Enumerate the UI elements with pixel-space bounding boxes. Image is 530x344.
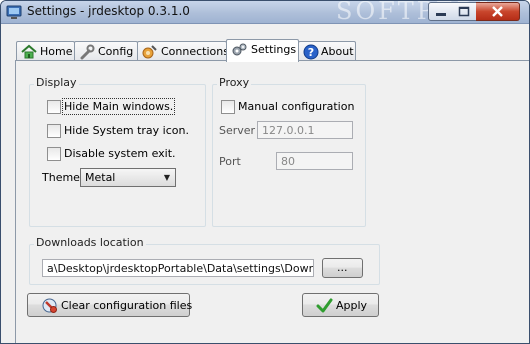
home-icon xyxy=(21,44,37,59)
browse-button-label: ... xyxy=(337,261,348,274)
downloads-path-field[interactable]: a\Desktop\jrdesktopPortable\Data\setting… xyxy=(42,259,314,277)
theme-select[interactable]: Metal ▼ xyxy=(80,168,176,187)
tab-config[interactable]: Config xyxy=(74,41,138,61)
proxy-group-label: Proxy xyxy=(217,76,252,89)
app-icon xyxy=(6,5,22,19)
clear-configuration-button[interactable]: Clear configuration files xyxy=(27,293,193,317)
theme-label: Theme xyxy=(42,171,80,184)
browse-button[interactable]: ... xyxy=(322,258,363,278)
checkmark-icon xyxy=(316,298,333,313)
connections-icon xyxy=(142,45,157,59)
help-icon: ? xyxy=(303,44,319,60)
display-group: Display Hide Main windows. Hide System t… xyxy=(29,76,206,227)
apply-button[interactable]: Apply xyxy=(302,293,379,317)
manual-configuration-checkbox[interactable] xyxy=(221,100,235,114)
server-field[interactable]: 127.0.0.1 xyxy=(257,121,353,139)
title-bar[interactable]: Settings - jrdesktop 0.3.1.0 SOFTPEDIA xyxy=(1,1,529,25)
port-label: Port xyxy=(219,155,241,168)
hide-tray-icon-checkbox[interactable] xyxy=(47,124,61,138)
tab-about-label: About xyxy=(321,45,354,58)
svg-text:?: ? xyxy=(308,46,314,59)
downloads-group: Downloads location a\Desktop\jrdesktopPo… xyxy=(29,236,380,285)
hide-main-windows-checkbox[interactable] xyxy=(47,100,61,114)
apply-label: Apply xyxy=(336,299,368,312)
tab-about[interactable]: ? About xyxy=(298,41,356,61)
clear-configuration-label: Clear configuration files xyxy=(61,299,193,312)
wrench-icon xyxy=(80,44,95,60)
disable-system-exit-checkbox[interactable] xyxy=(47,147,61,161)
proxy-group: Proxy Manual configuration Server 127.0.… xyxy=(212,76,366,227)
minimize-button[interactable] xyxy=(428,2,454,21)
tab-home[interactable]: Home xyxy=(16,41,75,61)
hide-main-windows-label[interactable]: Hide Main windows. xyxy=(61,98,176,115)
tab-settings-label: Settings xyxy=(251,43,297,56)
close-button[interactable] xyxy=(476,2,520,21)
close-icon xyxy=(492,6,503,17)
hide-tray-icon-label[interactable]: Hide System tray icon. xyxy=(64,124,189,137)
tab-connections[interactable]: Connections xyxy=(137,41,229,61)
manual-configuration-label[interactable]: Manual configuration xyxy=(238,100,354,113)
settings-window: Settings - jrdesktop 0.3.1.0 SOFTPEDIA H… xyxy=(0,0,530,344)
chevron-down-icon: ▼ xyxy=(163,173,170,182)
server-label: Server xyxy=(219,124,256,137)
tab-home-label: Home xyxy=(40,45,73,58)
downloads-group-label: Downloads location xyxy=(34,236,146,249)
window-title: Settings - jrdesktop 0.3.1.0 xyxy=(27,4,190,18)
tab-connections-label: Connections xyxy=(161,45,229,58)
display-group-label: Display xyxy=(34,76,79,89)
minimize-icon xyxy=(436,13,446,16)
tab-settings[interactable]: Settings xyxy=(226,39,299,62)
theme-select-value: Metal xyxy=(85,171,116,184)
settings-panel: Display Hide Main windows. Hide System t… xyxy=(15,60,529,343)
maximize-button[interactable] xyxy=(452,2,477,21)
clear-config-icon xyxy=(42,298,57,313)
disable-system-exit-label[interactable]: Disable system exit. xyxy=(64,147,176,160)
port-field[interactable]: 80 xyxy=(276,152,353,170)
maximize-icon xyxy=(458,6,470,17)
gears-icon xyxy=(232,43,247,56)
tab-config-label: Config xyxy=(98,45,134,58)
